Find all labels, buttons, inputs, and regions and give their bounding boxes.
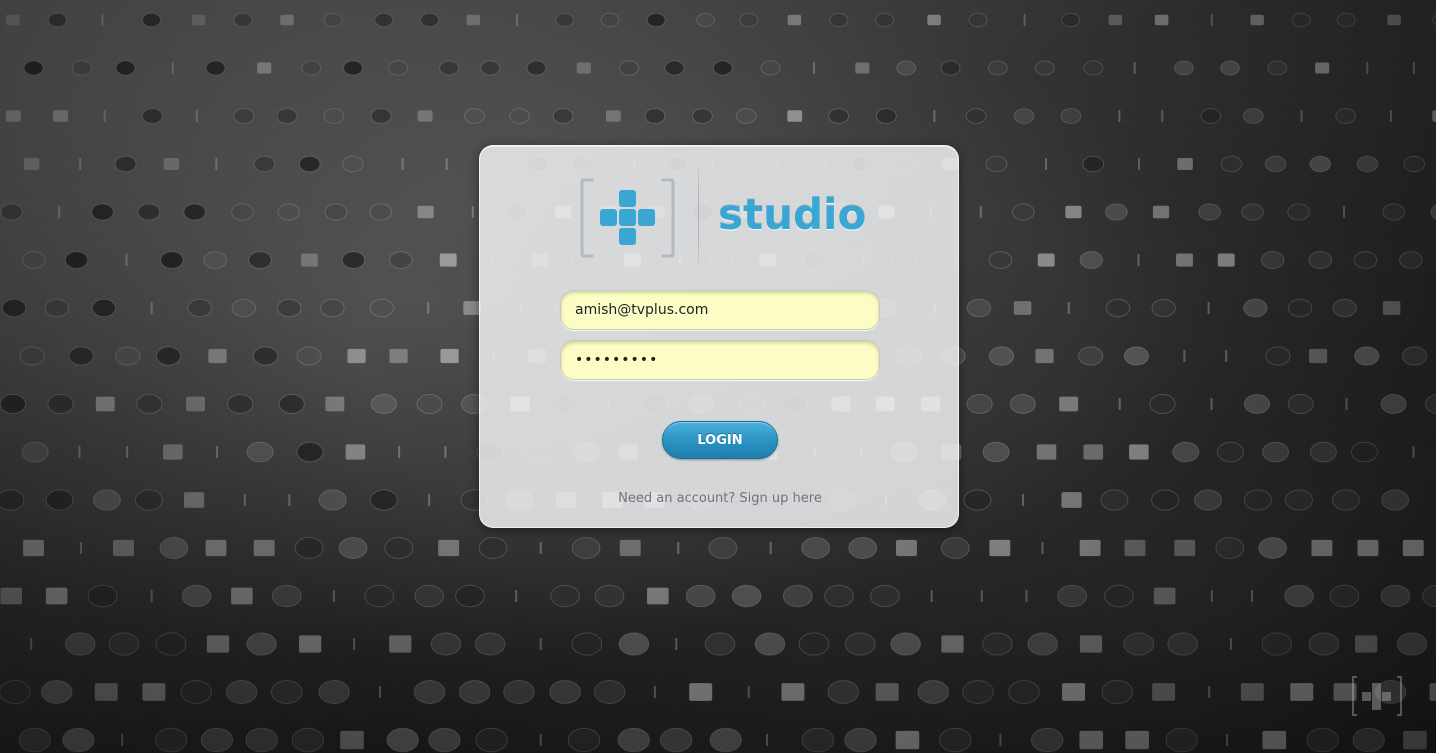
login-button[interactable]: LOGIN [662,421,778,459]
signup-link[interactable]: Need an account? Sign up here [480,491,960,506]
logo-divider [698,160,699,272]
brand-name: studio [718,190,867,239]
corner-logo-icon [1352,676,1402,716]
brand-logo: studio [580,160,866,272]
bracketed-plus-icon [580,178,675,258]
email-field[interactable] [560,290,880,330]
login-card: studio LOGIN Need an account? Sign up he… [479,145,959,528]
password-field[interactable] [560,340,880,380]
